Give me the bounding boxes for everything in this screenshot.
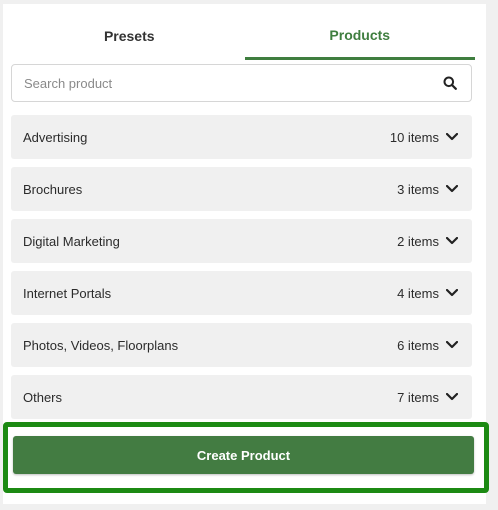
category-row-others[interactable]: Others 7 items	[11, 375, 472, 419]
chevron-down-icon[interactable]	[445, 286, 459, 300]
search-icon[interactable]	[435, 68, 465, 98]
category-label: Others	[23, 389, 63, 405]
category-row-advertising[interactable]: Advertising 10 items	[11, 115, 472, 159]
category-count: 2 items	[397, 233, 439, 249]
category-label: Photos, Videos, Floorplans	[23, 337, 179, 353]
category-count: 3 items	[397, 181, 439, 197]
tab-products[interactable]: Products	[244, 20, 475, 60]
chevron-down-icon[interactable]	[445, 234, 459, 248]
category-count: 6 items	[397, 337, 439, 353]
category-meta: 10 items	[390, 130, 459, 145]
category-label: Internet Portals	[23, 285, 112, 301]
search-input[interactable]	[12, 74, 435, 92]
chevron-down-icon[interactable]	[445, 338, 459, 352]
category-row-photos-videos-floorplans[interactable]: Photos, Videos, Floorplans 6 items	[11, 323, 472, 367]
tab-presets[interactable]: Presets	[14, 20, 245, 60]
category-meta: 7 items	[397, 390, 459, 405]
category-row-digital-marketing[interactable]: Digital Marketing 2 items	[11, 219, 472, 263]
category-row-brochures[interactable]: Brochures 3 items	[11, 167, 472, 211]
category-label: Digital Marketing	[23, 233, 120, 249]
category-count: 10 items	[389, 129, 439, 145]
tab-bar: Presets Products	[14, 20, 475, 60]
search-box	[11, 64, 472, 102]
category-count: 4 items	[397, 285, 439, 301]
category-label: Advertising	[23, 129, 88, 145]
category-list: Advertising 10 items Brochures 3 items D…	[11, 115, 472, 427]
category-meta: 3 items	[397, 182, 459, 197]
chevron-down-icon[interactable]	[445, 130, 459, 144]
category-meta: 6 items	[397, 338, 459, 353]
category-meta: 4 items	[397, 286, 459, 301]
chevron-down-icon[interactable]	[445, 182, 459, 196]
chevron-down-icon[interactable]	[445, 390, 459, 404]
category-label: Brochures	[23, 181, 83, 197]
create-product-button[interactable]: Create Product	[13, 436, 474, 474]
category-meta: 2 items	[397, 234, 459, 249]
category-row-internet-portals[interactable]: Internet Portals 4 items	[11, 271, 472, 315]
category-count: 7 items	[397, 389, 439, 405]
